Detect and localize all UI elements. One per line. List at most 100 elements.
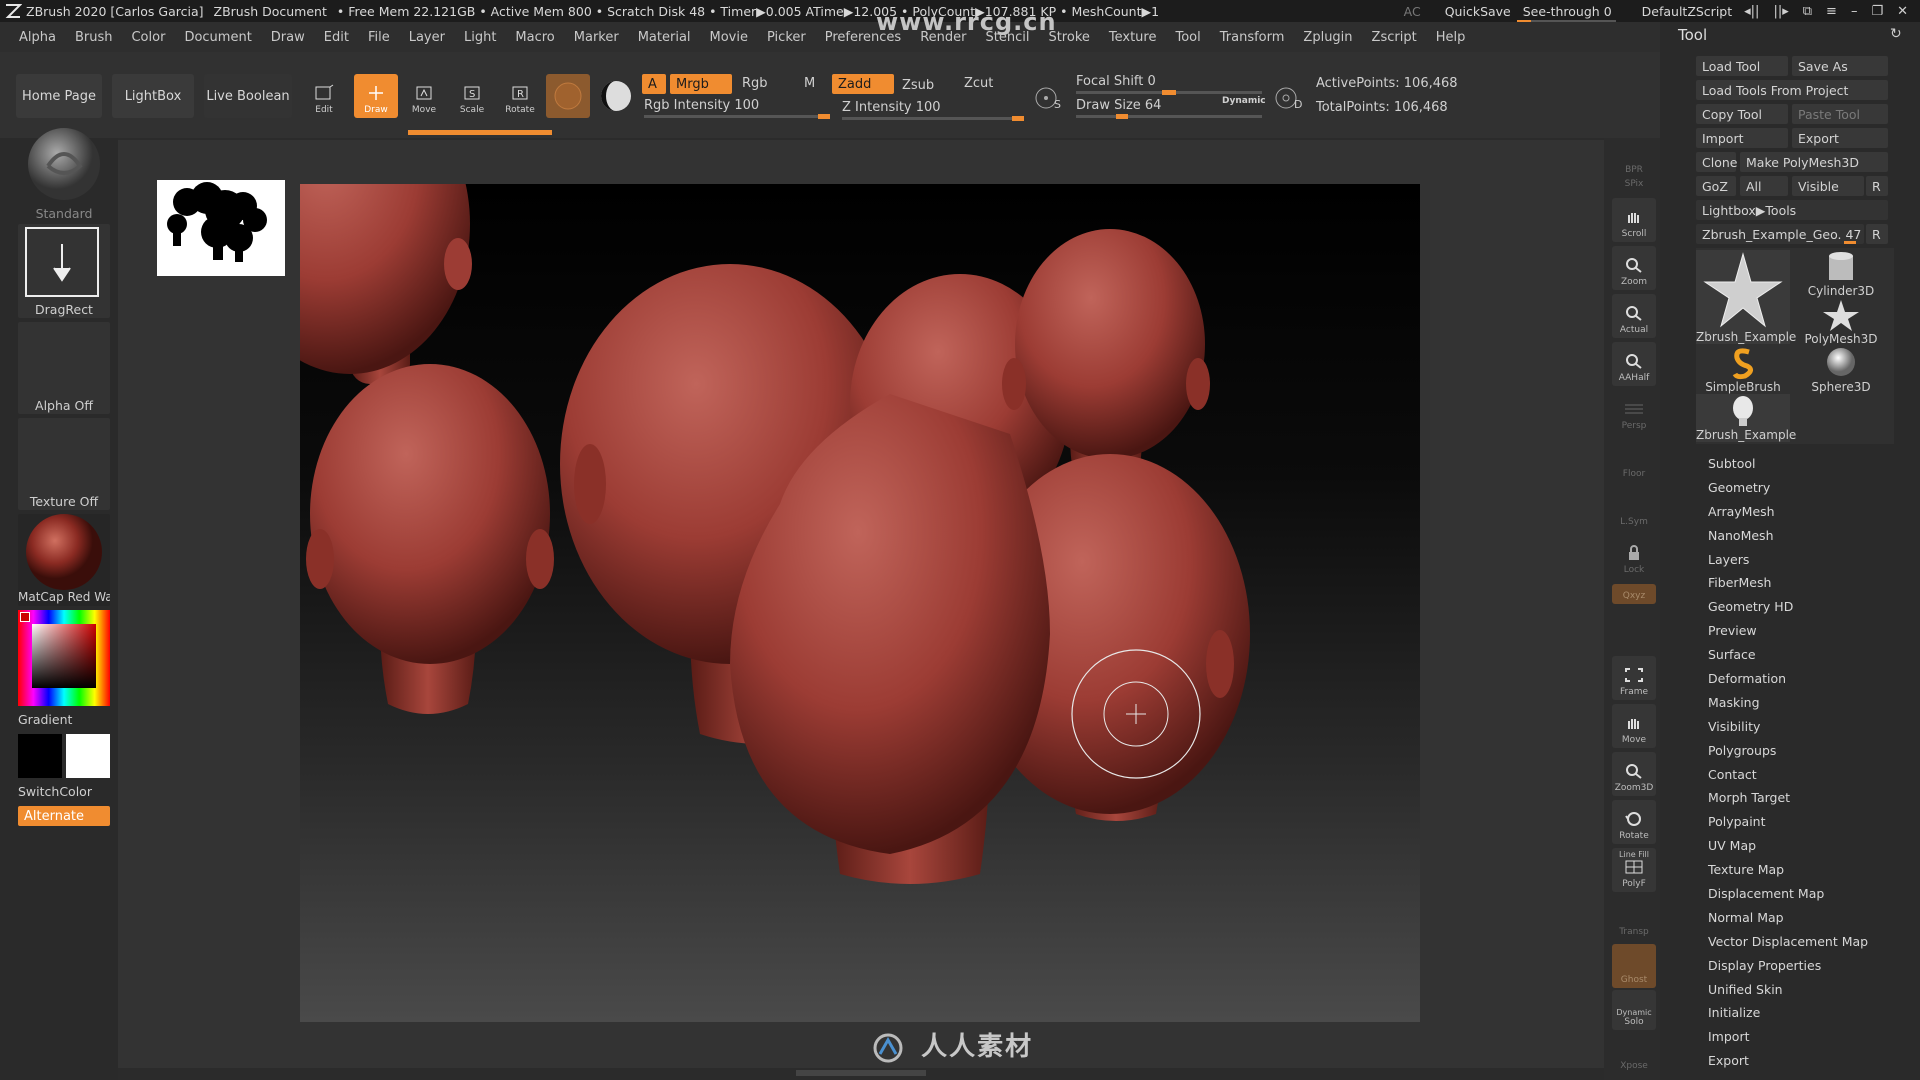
- close-icon[interactable]: ✕: [1897, 4, 1908, 19]
- solo-button[interactable]: Dynamic Solo: [1612, 990, 1656, 1030]
- lightbox-button[interactable]: LightBox: [112, 74, 194, 118]
- menu-material[interactable]: Material: [638, 30, 691, 45]
- menu-macro[interactable]: Macro: [515, 30, 554, 45]
- copy-tool-button[interactable]: Copy Tool: [1696, 104, 1788, 124]
- menu-alpha[interactable]: Alpha: [19, 30, 56, 45]
- z-intensity-slider[interactable]: [842, 116, 1024, 121]
- gradient-label[interactable]: Gradient: [18, 712, 110, 727]
- subpalette-contact[interactable]: Contact: [1708, 763, 1868, 787]
- clone-button[interactable]: Clone: [1696, 152, 1737, 172]
- minimize-icon[interactable]: –: [1851, 4, 1858, 19]
- subpalette-displacement-map[interactable]: Displacement Map: [1708, 882, 1868, 906]
- rotate-view-button[interactable]: Rotate: [1612, 800, 1656, 844]
- thumb-zbrush-example-2[interactable]: Zbrush_Example: [1696, 394, 1796, 442]
- load-tools-from-project-button[interactable]: Load Tools From Project: [1696, 80, 1888, 100]
- home-page-button[interactable]: Home Page: [16, 74, 102, 118]
- menu-document[interactable]: Document: [184, 30, 251, 45]
- ac-button[interactable]: AC: [1404, 4, 1421, 19]
- subpalette-display-properties[interactable]: Display Properties: [1708, 954, 1868, 978]
- rgb-toggle[interactable]: Rgb: [742, 76, 768, 91]
- lsym-button[interactable]: L.Sym: [1612, 486, 1656, 530]
- current-tool-slider[interactable]: Zbrush_Example_Geo. 47: [1696, 224, 1864, 244]
- bottom-tray-handle[interactable]: [796, 1070, 926, 1076]
- subpalette-import[interactable]: Import: [1708, 1025, 1868, 1049]
- menu-tool[interactable]: Tool: [1175, 30, 1200, 45]
- zadd-toggle[interactable]: Zadd: [832, 74, 894, 94]
- primary-color-swatch[interactable]: [18, 734, 62, 778]
- subpalette-subtool[interactable]: Subtool: [1708, 452, 1868, 476]
- menu-movie[interactable]: Movie: [710, 30, 748, 45]
- subpalette-normal-map[interactable]: Normal Map: [1708, 906, 1868, 930]
- make-polymesh3d-button[interactable]: Make PolyMesh3D: [1740, 152, 1888, 172]
- subpalette-geometry-hd[interactable]: Geometry HD: [1708, 595, 1868, 619]
- subpalette-uv-map[interactable]: UV Map: [1708, 834, 1868, 858]
- subpalette-geometry[interactable]: Geometry: [1708, 476, 1868, 500]
- import-tool-button[interactable]: Import: [1696, 128, 1788, 148]
- rotate-mode-button[interactable]: R Rotate: [498, 74, 542, 118]
- zoom-button[interactable]: Zoom: [1612, 246, 1656, 290]
- subpalette-visibility[interactable]: Visibility: [1708, 715, 1868, 739]
- menu-zscript[interactable]: Zscript: [1372, 30, 1417, 45]
- subpalette-preview[interactable]: Preview: [1708, 619, 1868, 643]
- goz-button[interactable]: GoZ: [1696, 176, 1736, 196]
- spix-button[interactable]: SPix: [1612, 168, 1656, 192]
- alternate-button[interactable]: Alternate: [18, 806, 110, 826]
- menu-light[interactable]: Light: [464, 30, 496, 45]
- zsub-toggle[interactable]: Zsub: [902, 78, 934, 93]
- draw-mode-button[interactable]: Draw: [354, 74, 398, 118]
- color-picker[interactable]: [18, 610, 110, 706]
- zcut-toggle[interactable]: Zcut: [964, 76, 993, 91]
- color-square[interactable]: [32, 624, 96, 688]
- palette-refresh-icon[interactable]: ↻: [1890, 26, 1902, 42]
- subpalette-polypaint[interactable]: Polypaint: [1708, 810, 1868, 834]
- focal-shift-slider[interactable]: [1076, 90, 1262, 95]
- menu-zplugin[interactable]: Zplugin: [1303, 30, 1352, 45]
- mrgb-toggle[interactable]: Mrgb: [670, 74, 732, 94]
- current-tool-r-button[interactable]: R: [1866, 224, 1888, 244]
- polyf-button[interactable]: Line Fill PolyF: [1612, 848, 1656, 892]
- scroll-button[interactable]: Scroll: [1612, 198, 1656, 242]
- menu-texture[interactable]: Texture: [1109, 30, 1157, 45]
- subpalette-export[interactable]: Export: [1708, 1049, 1868, 1073]
- viewport-canvas[interactable]: [300, 184, 1420, 1022]
- load-tool-button[interactable]: Load Tool: [1696, 56, 1788, 76]
- subpalette-polygroups[interactable]: Polygroups: [1708, 739, 1868, 763]
- thumb-cylinder3d[interactable]: Cylinder3D: [1794, 250, 1888, 298]
- subpalette-morph-target[interactable]: Morph Target: [1708, 786, 1868, 810]
- rgb-intensity-slider[interactable]: [644, 114, 830, 119]
- a-toggle[interactable]: A: [642, 74, 666, 94]
- dynamic-toggle[interactable]: Dynamic: [1222, 96, 1266, 106]
- thumb-sphere3d[interactable]: Sphere3D: [1794, 346, 1888, 394]
- live-boolean-button[interactable]: Live Boolean: [204, 74, 292, 118]
- lock-button[interactable]: Lock: [1612, 534, 1656, 578]
- secondary-color-swatch[interactable]: [66, 734, 110, 778]
- menu-draw[interactable]: Draw: [271, 30, 305, 45]
- lazy-mouse-s-button[interactable]: S: [1032, 84, 1062, 114]
- goz-all-button[interactable]: All: [1740, 176, 1788, 196]
- thumb-zbrush-example[interactable]: Zbrush_Example: [1696, 250, 1796, 344]
- save-as-button[interactable]: Save As: [1792, 56, 1888, 76]
- xpose-button[interactable]: Xpose: [1612, 1034, 1656, 1074]
- persp-button[interactable]: Persp: [1612, 390, 1656, 434]
- subpalette-nanomesh[interactable]: NanoMesh: [1708, 524, 1868, 548]
- zoom3d-button[interactable]: Zoom3D: [1612, 752, 1656, 796]
- default-zscript-button[interactable]: DefaultZScript: [1642, 4, 1733, 19]
- see-through-slider[interactable]: See-through 0: [1516, 4, 1616, 23]
- subpalette-vector-displacement-map[interactable]: Vector Displacement Map: [1708, 930, 1868, 954]
- edit-mode-button[interactable]: Edit: [302, 74, 346, 118]
- lightbox-tools-button[interactable]: Lightbox▶Tools: [1696, 200, 1888, 220]
- subpalette-initialize[interactable]: Initialize: [1708, 1001, 1868, 1025]
- subpalette-unified-skin[interactable]: Unified Skin: [1708, 978, 1868, 1002]
- thumb-simplebrush[interactable]: SimpleBrush: [1696, 346, 1790, 394]
- material-swatch-button[interactable]: [546, 74, 590, 118]
- frame-button[interactable]: Frame: [1612, 656, 1656, 700]
- quicksave-button[interactable]: QuickSave: [1445, 4, 1511, 19]
- subpalette-fibermesh[interactable]: FiberMesh: [1708, 571, 1868, 595]
- dynamic-d-button[interactable]: D: [1272, 84, 1302, 114]
- windows-icon[interactable]: ⧉: [1803, 4, 1812, 19]
- qxyz-button[interactable]: Qxyz: [1612, 584, 1656, 604]
- draw-mode-sphere-button[interactable]: [598, 78, 634, 114]
- menu-icon[interactable]: ≡: [1826, 4, 1837, 19]
- menu-picker[interactable]: Picker: [767, 30, 806, 45]
- subpalette-arraymesh[interactable]: ArrayMesh: [1708, 500, 1868, 524]
